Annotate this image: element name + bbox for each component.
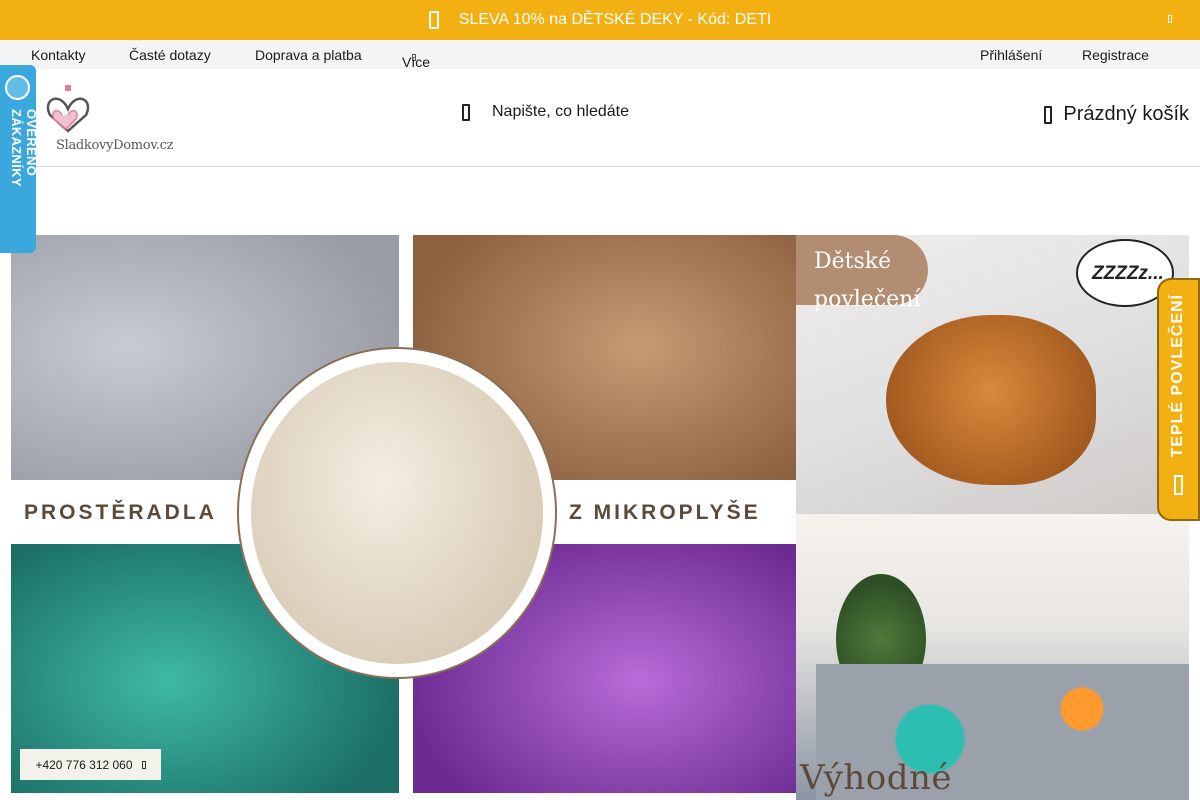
nav-more[interactable]: Více xyxy=(402,47,430,70)
search-input[interactable]: Napište, co hledáte xyxy=(462,103,629,121)
register-link[interactable]: Registrace xyxy=(1082,47,1149,63)
site-logo[interactable]: SladkovyDomov.cz xyxy=(30,81,174,153)
nav-faq[interactable]: Časté dotazy xyxy=(129,47,211,63)
kids-title-line-2: povlečení xyxy=(814,287,921,312)
phone-number: +420 776 312 060 xyxy=(35,757,133,772)
warm-bedding-tab[interactable]: TEPLÉ POVLEČENÍ xyxy=(1157,278,1200,521)
fabric-cream xyxy=(251,362,543,664)
search-placeholder: Napište, co hledáte xyxy=(492,103,629,120)
gift-icon xyxy=(428,11,439,29)
site-header: SladkovyDomov.cz Napište, co hledáte Prá… xyxy=(0,69,1200,167)
promo-bar[interactable]: SLEVA 10% na DĚTSKÉ DEKY - Kód: DETI xyxy=(0,0,1200,40)
nav-more-label: Více xyxy=(402,54,431,70)
search-icon xyxy=(462,103,470,121)
banner-label-right: Z MIKROPLYŠE xyxy=(569,501,761,524)
verified-badge[interactable]: OVĚŘENO ZÁKAZNÍKY xyxy=(0,65,39,253)
banner-bedding-deals[interactable]: Výhodné xyxy=(796,514,1189,800)
bubble-text: ZZZZz... xyxy=(1092,263,1164,284)
banner-microplush-sheets[interactable]: PROSTĚRADLA Z MIKROPLYŠE xyxy=(11,235,796,793)
chevron-up-icon xyxy=(141,760,146,769)
top-navigation: Kontakty Časté dotazy Doprava a platba V… xyxy=(0,40,1200,70)
cart-label: Prázdný košík xyxy=(1063,103,1189,125)
banner-kids-bedding[interactable]: Dětské povlečení ZZZZz... xyxy=(796,235,1189,514)
deals-title: Výhodné xyxy=(800,758,953,798)
nav-contacts[interactable]: Kontakty xyxy=(31,47,85,63)
tag-icon xyxy=(1174,475,1183,495)
kids-title: Dětské povlečení xyxy=(814,243,920,319)
dog-image xyxy=(886,315,1096,485)
close-icon[interactable] xyxy=(1168,15,1172,23)
verified-text: OVĚŘENO ZÁKAZNÍKY xyxy=(9,109,39,187)
login-link[interactable]: Přihlášení xyxy=(980,47,1042,63)
promo-text: SLEVA 10% na DĚTSKÉ DEKY - Kód: DETI xyxy=(458,11,772,28)
logo-text: SladkovyDomov.cz xyxy=(56,138,174,153)
verified-seal-icon xyxy=(5,75,30,100)
cart-icon xyxy=(1044,105,1053,124)
banner-label-left: PROSTĚRADLA xyxy=(24,501,217,524)
cart-button[interactable]: Prázdný košík xyxy=(1044,103,1189,126)
phone-contact[interactable]: +420 776 312 060 xyxy=(20,749,161,780)
warm-bedding-text: TEPLÉ POVLEČENÍ xyxy=(1169,294,1186,458)
kids-title-line-1: Dětské xyxy=(814,249,892,274)
nav-shipping[interactable]: Doprava a platba xyxy=(255,47,362,63)
